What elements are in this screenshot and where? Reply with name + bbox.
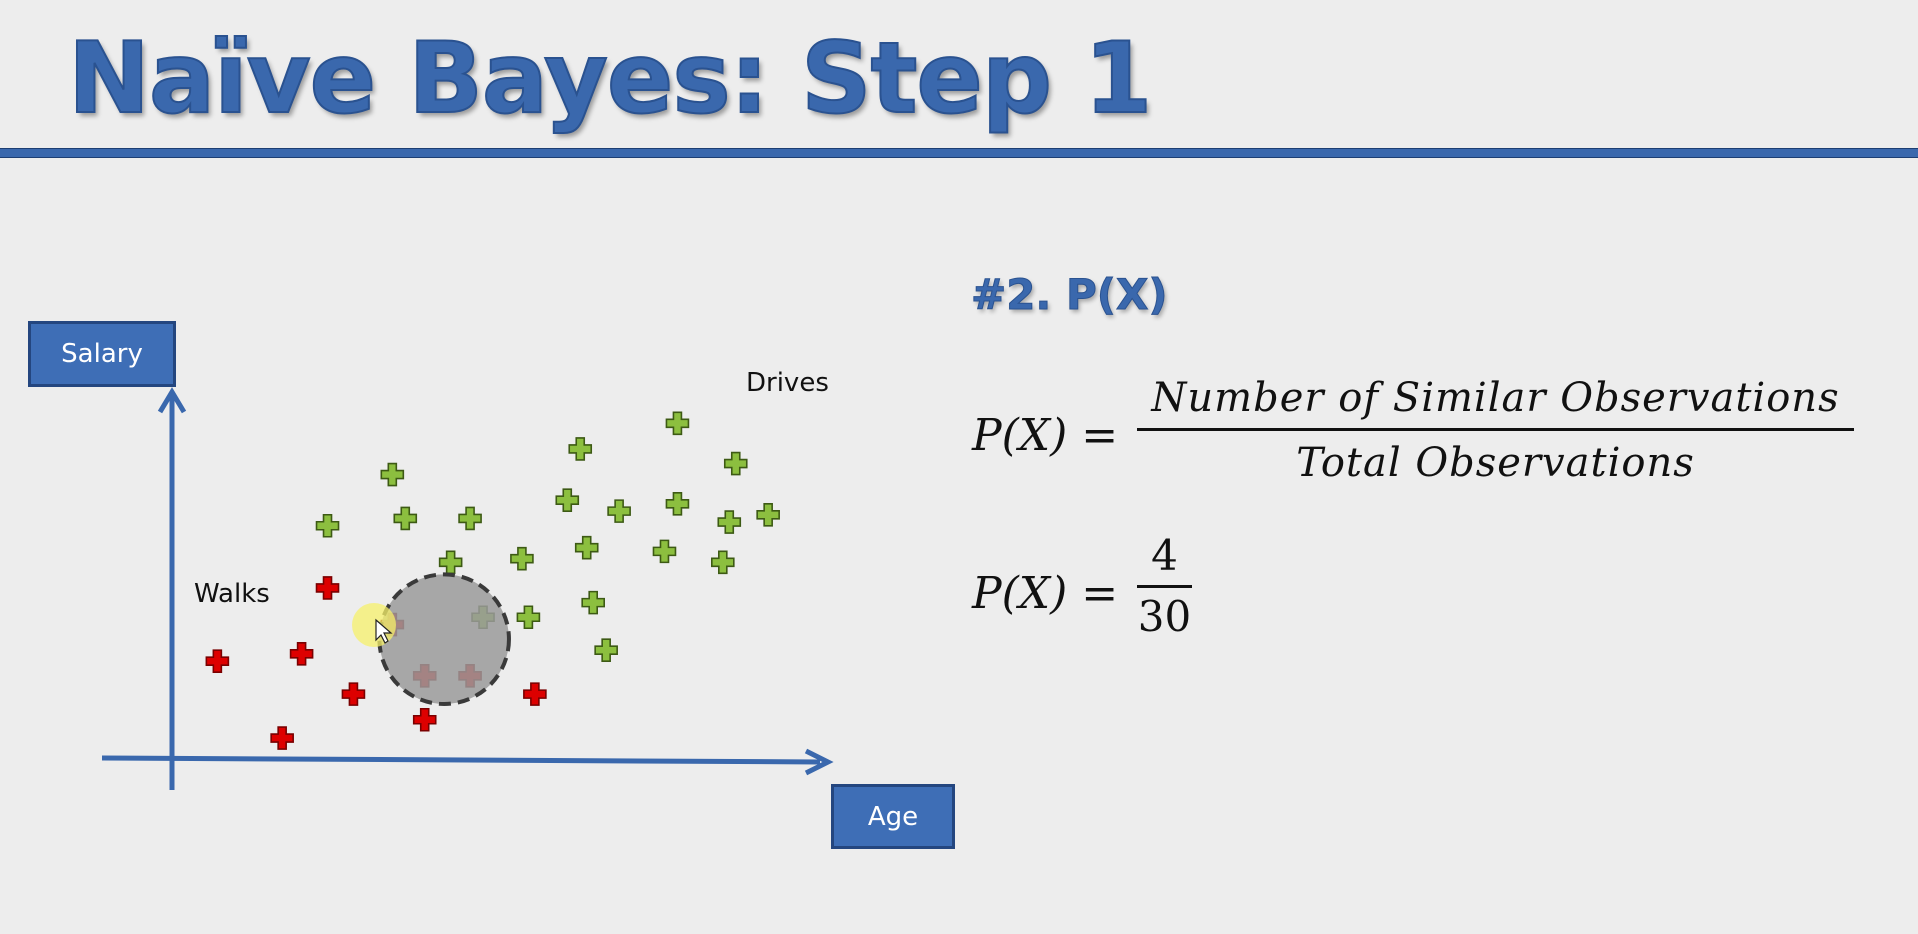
drives-point-6 bbox=[510, 546, 534, 571]
x-axis-label: Age bbox=[831, 784, 955, 849]
drives-point-21 bbox=[756, 502, 780, 527]
drives-point-17 bbox=[665, 411, 690, 436]
walks-point-5 bbox=[341, 682, 366, 706]
walks-point-8 bbox=[412, 707, 437, 732]
drives-point-20 bbox=[723, 451, 748, 476]
drives-point-2 bbox=[380, 462, 405, 487]
walks-point-3 bbox=[289, 642, 314, 666]
drives-point-12 bbox=[581, 590, 605, 615]
drives-point-10 bbox=[568, 437, 593, 461]
plot-marks bbox=[205, 411, 780, 750]
drives-point-13 bbox=[594, 638, 618, 662]
slide: Naïve Bayes: Step 1 Salary Age Drives Wa… bbox=[0, 0, 1918, 934]
drives-point-11 bbox=[574, 535, 599, 560]
drives-point-5 bbox=[458, 506, 482, 531]
drives-point-9 bbox=[555, 488, 580, 512]
similar-observations-circle bbox=[377, 572, 511, 707]
y-axis-label: Salary bbox=[28, 321, 176, 387]
drives-point-18 bbox=[711, 550, 735, 575]
drives-point-3 bbox=[393, 506, 418, 531]
walks-point-10 bbox=[523, 682, 547, 706]
drives-point-7 bbox=[516, 605, 541, 630]
formula-numerator: Number of Similar Observations bbox=[1151, 375, 1840, 421]
walks-point-2 bbox=[270, 726, 294, 750]
walks-point-1 bbox=[205, 649, 230, 673]
result-denominator: 30 bbox=[1137, 592, 1192, 641]
drives-point-4 bbox=[438, 550, 463, 575]
drives-point-19 bbox=[717, 510, 742, 534]
formula-fraction: Number of Similar Observations Total Obs… bbox=[1137, 378, 1854, 483]
result-numerator: 4 bbox=[1151, 531, 1178, 580]
formula-lhs: P(X) = bbox=[972, 410, 1119, 461]
drives-group-label: Drives bbox=[746, 368, 829, 398]
x-axis-line bbox=[101, 755, 821, 765]
cursor-highlight bbox=[352, 603, 396, 647]
drives-point-16 bbox=[665, 492, 690, 516]
formula-denominator: Total Observations bbox=[1296, 440, 1695, 486]
walks-group-label: Walks bbox=[194, 579, 270, 609]
result-lhs: P(X) = bbox=[972, 568, 1119, 619]
result-fraction: 4 30 bbox=[1137, 535, 1192, 638]
drives-point-14 bbox=[607, 499, 631, 523]
section-heading: #2. P(X) bbox=[971, 270, 1169, 320]
drives-point-1 bbox=[315, 513, 340, 538]
drives-point-15 bbox=[652, 539, 677, 564]
walks-point-4 bbox=[315, 576, 340, 600]
